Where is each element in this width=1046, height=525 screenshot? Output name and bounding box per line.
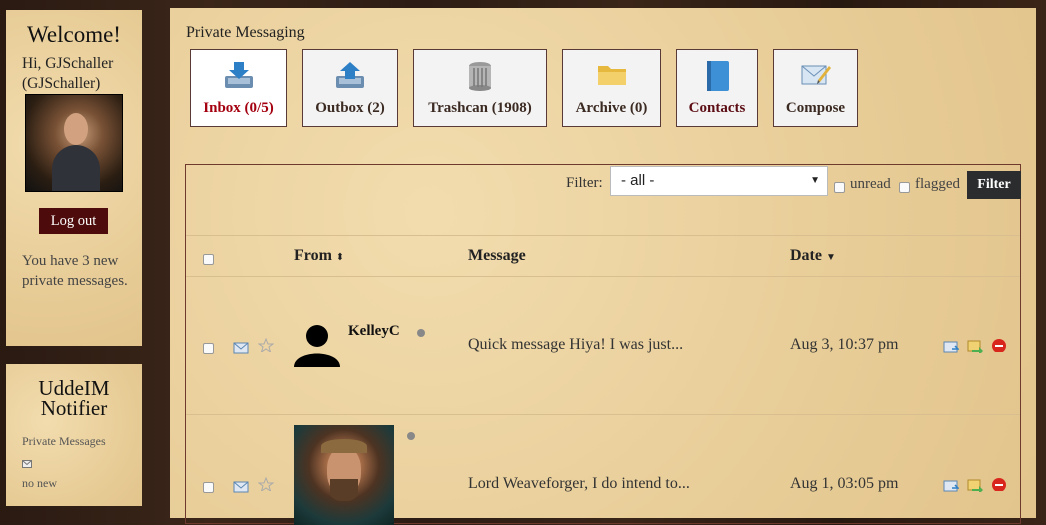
private-messages-link[interactable]: Private Messages <box>22 434 142 449</box>
divider <box>186 414 1020 415</box>
notifier-panel: UddeIM Notifier Private Messages no new <box>6 364 142 506</box>
message-preview[interactable]: Lord Weaveforger, I do intend to... <box>468 475 690 493</box>
dropdown-arrow-icon: ▼ <box>810 175 820 186</box>
notifier-title-line2: Notifier <box>40 396 108 420</box>
filter-select[interactable]: - all - ▼ <box>610 166 828 196</box>
message-date: Aug 1, 03:05 pm <box>790 475 899 492</box>
flagged-checkbox[interactable] <box>899 182 910 193</box>
filter-label: Filter: <box>566 175 603 191</box>
filter-selected-value: - all - <box>621 172 655 189</box>
tab-contacts[interactable]: Contacts <box>676 49 758 127</box>
sender-name[interactable]: KelleyC <box>348 323 400 340</box>
sort-both-icon: ⬍ <box>335 252 345 263</box>
tab-trashcan[interactable]: Trashcan (1908) <box>413 49 547 127</box>
compose-icon <box>801 65 831 85</box>
message-column-header: Message <box>468 247 526 264</box>
sender-avatar <box>294 425 394 525</box>
message-date: Aug 3, 10:37 pm <box>790 336 899 353</box>
logout-button[interactable]: Log out <box>39 208 108 234</box>
from-header-label: From <box>294 247 332 264</box>
unread-checkbox[interactable] <box>834 182 845 193</box>
tab-trashcan-label: Trashcan (1908) <box>428 100 532 116</box>
divider <box>186 235 1020 236</box>
tab-contacts-label: Contacts <box>688 100 746 116</box>
unread-label: unread <box>850 176 891 192</box>
flag-star-icon[interactable] <box>258 477 274 491</box>
row-checkbox[interactable] <box>203 482 214 493</box>
filter-button[interactable]: Filter <box>967 171 1021 199</box>
tab-archive-label: Archive (0) <box>575 100 648 116</box>
date-column-header[interactable]: Date ▼ <box>790 247 836 265</box>
delete-icon[interactable] <box>991 477 1007 491</box>
trashcan-icon <box>469 62 491 91</box>
online-status-dot <box>417 329 425 337</box>
select-all-checkbox[interactable] <box>203 254 214 265</box>
from-column-header[interactable]: From ⬍ <box>294 247 344 265</box>
new-messages-text[interactable]: You have 3 new private messages. <box>22 251 132 291</box>
flag-star-icon[interactable] <box>258 338 274 352</box>
sort-desc-icon: ▼ <box>825 252 836 263</box>
reply-icon[interactable] <box>943 339 959 353</box>
default-avatar <box>294 325 340 367</box>
delete-icon[interactable] <box>991 338 1007 352</box>
online-status-dot <box>407 432 415 440</box>
greeting-text: Hi, GJSchaller (GJSchaller) <box>22 55 114 92</box>
main-panel: Private Messaging Inbox (0/5) Outbox (2)… <box>170 8 1036 525</box>
read-envelope-icon <box>233 342 249 354</box>
tab-inbox-label: Inbox (0/5) <box>203 100 274 116</box>
tab-archive[interactable]: Archive (0) <box>562 49 661 127</box>
tab-inbox[interactable]: Inbox (0/5) <box>190 49 287 127</box>
welcome-panel: Welcome! Hi, GJSchaller (GJSchaller) Log… <box>6 10 142 346</box>
tab-outbox[interactable]: Outbox (2) <box>302 49 398 127</box>
outbox-icon <box>336 62 364 88</box>
notifier-title-line1: UddeIM <box>38 376 110 400</box>
forward-icon[interactable] <box>967 478 983 492</box>
row-checkbox[interactable] <box>203 343 214 354</box>
read-envelope-icon <box>233 481 249 493</box>
reply-icon[interactable] <box>943 478 959 492</box>
envelope-icon <box>22 457 142 472</box>
forward-icon[interactable] <box>967 339 983 353</box>
tab-compose[interactable]: Compose <box>773 49 858 127</box>
date-header-label: Date <box>790 247 822 264</box>
tab-compose-label: Compose <box>785 100 846 116</box>
avatar <box>25 94 123 192</box>
tab-outbox-label: Outbox (2) <box>315 100 385 116</box>
flagged-label: flagged <box>915 176 960 192</box>
inbox-icon <box>224 62 253 88</box>
contacts-book-icon <box>707 61 729 91</box>
folder-icon <box>597 66 626 85</box>
divider <box>186 276 1020 277</box>
message-preview[interactable]: Quick message Hiya! I was just... <box>468 336 683 354</box>
page-title: Private Messaging <box>186 24 305 41</box>
messages-box: Filter: - all - ▼ unread flagged Filter … <box>185 164 1021 525</box>
welcome-title: Welcome! <box>27 22 121 47</box>
notifier-status: no new <box>22 476 57 490</box>
